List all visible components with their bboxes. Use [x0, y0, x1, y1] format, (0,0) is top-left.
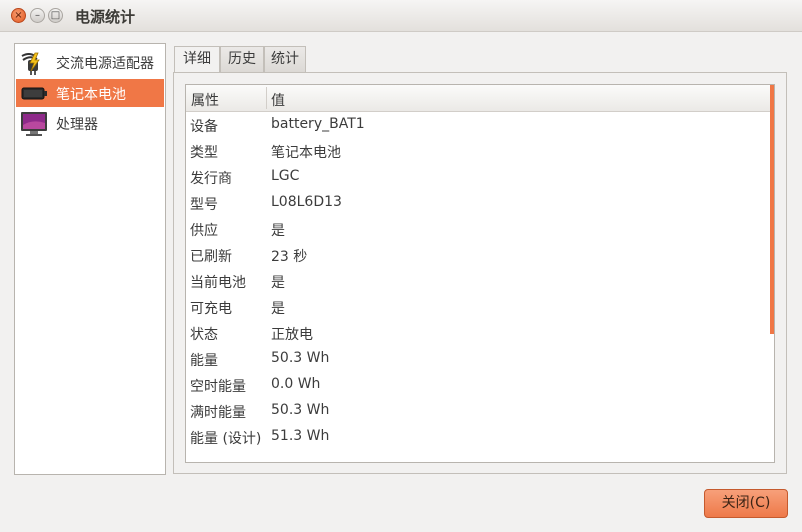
table-row[interactable]: 已刷新 23 秒 [186, 242, 770, 268]
property-cell: 能量 (设计) [190, 431, 262, 447]
property-cell: 空时能量 [190, 379, 246, 395]
column-header-value[interactable]: 值 [271, 90, 285, 110]
tab-details[interactable]: 详细 [174, 46, 220, 73]
table-row[interactable]: 当前电池 是 [186, 268, 770, 294]
value-cell: 50.3 Wh [271, 350, 330, 366]
sidebar-item-label: 交流电源适配器 [56, 56, 154, 72]
ac-adapter-icon [19, 50, 49, 75]
property-cell: 状态 [190, 327, 218, 343]
table-row[interactable]: 能量 (设计) 51.3 Wh [186, 424, 770, 450]
property-cell: 设备 [190, 119, 218, 135]
sidebar-item-label: 笔记本电池 [56, 87, 126, 103]
property-cell: 满时能量 [190, 405, 246, 421]
sidebar-item-label: 处理器 [56, 117, 98, 133]
sidebar-item-processor[interactable]: 处理器 [16, 109, 164, 137]
value-cell: 是 [271, 301, 285, 317]
property-cell: 发行商 [190, 171, 232, 187]
property-cell: 型号 [190, 197, 218, 213]
window-title: 电源统计 [75, 8, 136, 26]
value-cell: 0.0 Wh [271, 376, 321, 392]
table-row[interactable]: 状态 正放电 [186, 320, 770, 346]
title-bar: × – □ 电源统计 [0, 0, 802, 32]
value-cell: 正放电 [271, 327, 313, 343]
value-cell: 51.3 Wh [271, 428, 330, 444]
table-row[interactable]: 满时能量 50.3 Wh [186, 398, 770, 424]
close-button[interactable]: 关闭(C) [704, 489, 788, 518]
details-panel: 属性 值 设备 battery_BAT1 类型 笔记本电池 发行商 LGC 型号 L08… [173, 72, 787, 474]
value-cell: 23 秒 [271, 249, 308, 265]
device-list: 交流电源适配器 笔记本电池 处理器 [14, 43, 166, 475]
table-row[interactable]: 空时能量 0.0 Wh [186, 372, 770, 398]
tab-history[interactable]: 历史 [220, 46, 264, 72]
table-row[interactable]: 型号 L08L6D13 [186, 190, 770, 216]
property-cell: 供应 [190, 223, 218, 239]
value-cell: 是 [271, 223, 285, 239]
table-row[interactable]: 可充电 是 [186, 294, 770, 320]
column-divider [266, 87, 267, 109]
table-body: 设备 battery_BAT1 类型 笔记本电池 发行商 LGC 型号 L08L6D13… [186, 112, 770, 450]
table-row[interactable]: 能量 50.3 Wh [186, 346, 770, 372]
sidebar-item-ac-adapter[interactable]: 交流电源适配器 [16, 48, 164, 76]
table-row[interactable]: 供应 是 [186, 216, 770, 242]
window-minimize-button[interactable]: – [30, 8, 45, 23]
table-row[interactable]: 类型 笔记本电池 [186, 138, 770, 164]
sidebar-item-laptop-battery[interactable]: 笔记本电池 [16, 79, 164, 107]
value-cell: 是 [271, 275, 285, 291]
value-cell: LGC [271, 168, 300, 184]
value-cell: L08L6D13 [271, 194, 342, 210]
scrollbar-thumb[interactable] [770, 85, 774, 334]
column-header-property[interactable]: 属性 [191, 90, 219, 110]
table-header: 属性 值 [186, 85, 770, 112]
value-cell: 笔记本电池 [271, 145, 341, 161]
table-row[interactable]: 设备 battery_BAT1 [186, 112, 770, 138]
vertical-scrollbar[interactable] [770, 85, 774, 462]
window-maximize-button[interactable]: □ [48, 8, 63, 23]
table-row[interactable]: 发行商 LGC [186, 164, 770, 190]
processor-monitor-icon [19, 111, 49, 136]
laptop-battery-icon [19, 81, 49, 105]
property-cell: 当前电池 [190, 275, 246, 291]
value-cell: battery_BAT1 [271, 116, 365, 132]
property-cell: 可充电 [190, 301, 232, 317]
property-cell: 已刷新 [190, 249, 232, 265]
value-cell: 50.3 Wh [271, 402, 330, 418]
properties-table: 属性 值 设备 battery_BAT1 类型 笔记本电池 发行商 LGC 型号 L08… [185, 84, 775, 463]
tab-statistics[interactable]: 统计 [264, 46, 306, 72]
window-close-button[interactable]: × [11, 8, 26, 23]
property-cell: 类型 [190, 145, 218, 161]
property-cell: 能量 [190, 353, 218, 369]
